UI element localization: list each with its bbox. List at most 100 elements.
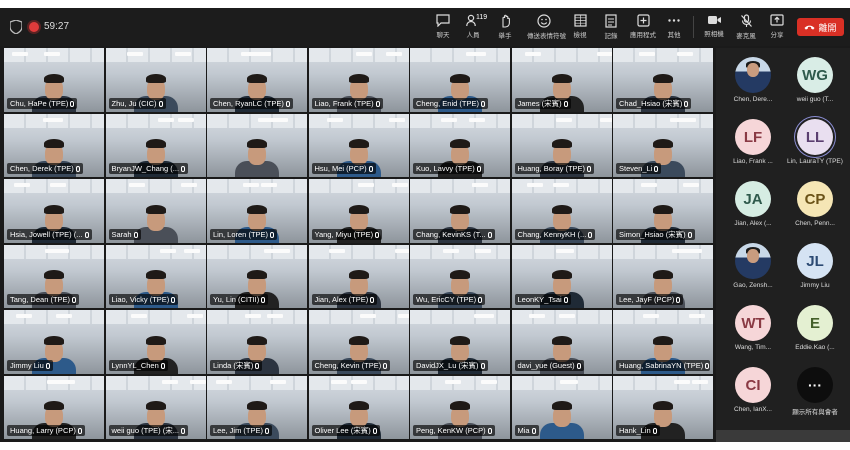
grid-view-icon — [573, 14, 587, 27]
participant-video-tile[interactable]: LeonKY_Tsai — [511, 244, 612, 308]
office-ceiling — [410, 310, 510, 324]
participant-video-tile[interactable]: Wu, EricCY (TPE) — [410, 244, 510, 308]
avatar-initials: E — [797, 305, 833, 341]
participant-video-tile[interactable]: Hank_Lin — [613, 375, 713, 439]
participant-avatar-tile[interactable]: LL Lin, LauraTY (TPE) — [784, 114, 846, 176]
ceiling-light — [355, 52, 372, 56]
participant-video-tile[interactable]: Steven_Li — [613, 113, 713, 177]
ceiling-light — [394, 248, 409, 253]
participant-avatar-tile[interactable]: JL Jimmy Liu — [784, 238, 846, 300]
participant-video-tile[interactable]: Liao, Frank (TPE) — [308, 48, 409, 112]
share-button[interactable]: 分享 — [762, 14, 792, 39]
avatar-name: Jimmy Liu — [800, 282, 830, 289]
ceiling-light — [469, 117, 485, 122]
participant-video-tile[interactable]: Huang, SabrinaYN (TPE) — [613, 310, 713, 374]
leave-button[interactable]: 離開 — [797, 18, 844, 36]
participant-video-tile[interactable]: Linda (宋賓) — [207, 310, 307, 374]
avatar-initials: CP — [797, 181, 833, 217]
participant-video-tile[interactable]: Chen, RyanLC (TPE) — [207, 48, 307, 112]
ceiling-light — [128, 183, 145, 187]
participant-avatar-tile[interactable]: WT Wang, Tim... — [722, 300, 784, 362]
participant-video-tile[interactable]: Cheng, Enid (TPE) — [410, 48, 510, 112]
raise-hand-button[interactable]: 舉手 — [490, 14, 520, 40]
participant-name-label: Lin, Loren (TPE) — [210, 228, 278, 240]
participant-video-tile[interactable]: Peng, KenKW (PCP) — [410, 375, 510, 439]
participant-video-tile[interactable]: Lee, Jim (TPE) — [207, 375, 307, 439]
avatar-name: Chen, Dere... — [733, 96, 773, 103]
participant-video-tile[interactable]: Sarah — [105, 179, 206, 243]
ceiling-light — [53, 248, 69, 253]
reactions-button[interactable]: 傳送表情符號 — [527, 14, 566, 40]
leave-label: 離開 — [818, 22, 837, 33]
participant-avatar-tile[interactable]: WG weii guo (T... — [784, 52, 846, 114]
participant-video-tile[interactable]: DavidJX_Lu (宋賓) — [410, 310, 510, 374]
participant-video-tile[interactable]: Yang, Miyu (TPE) — [308, 179, 409, 243]
notes-button[interactable]: 記錄 — [596, 14, 626, 40]
participant-avatar-tile[interactable]: LF Liao, Frank ... — [722, 114, 784, 176]
participant-video-tile[interactable]: Jian, Alex (TPE) — [308, 244, 409, 308]
participant-video-tile[interactable]: Chu, HaPe (TPE) — [4, 48, 104, 112]
participant-video-tile[interactable]: Huang, Boray (TPE) — [511, 113, 612, 177]
participant-video-tile[interactable]: Cheng, Kevin (TPE) — [308, 310, 409, 374]
participant-name-label: DavidJX_Lu (宋賓) — [413, 359, 488, 371]
participant-name-label: Lee, JayF (PCP) — [616, 294, 684, 305]
participant-video-tile[interactable]: Huang, Larry (PCP) — [4, 375, 104, 439]
participant-name: Chen, RyanLC (TPE) — [213, 98, 284, 108]
participant-video-tile[interactable]: Liao, Vicky (TPE) — [105, 244, 206, 308]
participant-video-tile[interactable]: Yu, Lin (CITII) — [207, 244, 307, 308]
more-options-button[interactable]: 其他 — [659, 14, 689, 39]
participant-avatar-tile[interactable]: CI Chen, IanX... — [722, 362, 784, 424]
ceiling-light — [478, 314, 494, 318]
participant-video-tile[interactable]: weii guo (TPE) (宋... — [105, 375, 206, 439]
participant-video-tile[interactable]: davi_yue (Guest) — [511, 310, 612, 374]
ceiling-light — [441, 117, 457, 122]
participant-avatar-tile[interactable]: JA Jian, Alex (... — [722, 176, 784, 238]
participant-avatar-tile[interactable]: E Eddie.Kao (... — [784, 300, 846, 362]
participant-name-label: Hsia, Jowell (TPE) (... — [7, 228, 92, 240]
people-button[interactable]: 119 人員 — [458, 14, 488, 39]
view-button[interactable]: 檢視 — [565, 14, 595, 39]
participant-video-tile[interactable]: Chang, KevinKS (T... — [410, 179, 510, 243]
participant-video-tile[interactable]: Jimmy Liu — [4, 310, 104, 374]
participant-name: James (宋賓) — [517, 98, 562, 108]
teams-meeting-window: 59:27 聊天 119 人員 舉手 傳送表情符號 檢視 記錄 應用程式 其他 … — [0, 8, 850, 442]
participant-video-tile[interactable]: BryanJW_Chang (... — [105, 113, 206, 177]
participant-name-label: Hsu, Mei (PCP) — [311, 163, 376, 174]
camera-button[interactable]: 照相機 — [699, 14, 729, 38]
apps-button[interactable]: 應用程式 — [627, 14, 659, 39]
participant-name: Hsia, Jowell (TPE) (... — [10, 229, 83, 239]
participant-name: Lee, Jim (TPE) — [213, 426, 264, 435]
participant-video-tile[interactable]: Oliver Lee (宋賓) — [308, 375, 409, 439]
ceiling-light — [126, 52, 143, 56]
participant-hair — [551, 139, 572, 148]
participant-video-tile[interactable]: Chen, Derek (TPE) — [4, 113, 104, 177]
participant-name: davi_yue (Guest) — [517, 360, 575, 370]
participant-video-tile[interactable]: Mia — [511, 375, 612, 439]
participant-video-tile[interactable]: Lee, JayF (PCP) — [613, 244, 713, 308]
participant-video-tile[interactable]: Simon_Hsiao (宋賓) — [613, 179, 713, 243]
camera-label: 照相機 — [704, 31, 724, 38]
participant-avatar-tile[interactable]: CP Chen, Penn... — [784, 176, 846, 238]
participant-video-tile[interactable]: Chad_Hsiao (宋賓) — [613, 48, 713, 112]
participant-avatar-tile[interactable]: Gao, Zensh... — [722, 238, 784, 300]
participant-video-tile[interactable]: Tang, Dean (TPE) — [4, 244, 104, 308]
share-label: 分享 — [770, 32, 784, 39]
mic-icon — [576, 362, 581, 369]
participant-video-tile[interactable]: James (宋賓) — [511, 48, 612, 112]
participant-video-tile[interactable]: Zhu, Ju (CIC) — [105, 48, 206, 112]
participant-video-tile[interactable]: Hsu, Mei (PCP) — [308, 113, 409, 177]
participant-name-label: Linda (宋賓) — [210, 359, 263, 371]
participant-video-tile[interactable] — [207, 113, 307, 177]
microphone-button[interactable]: 麥克風 — [731, 14, 761, 40]
office-ceiling — [410, 48, 510, 62]
chat-button[interactable]: 聊天 — [428, 14, 458, 39]
participant-avatar-tile[interactable]: Chen, Dere... — [722, 52, 784, 114]
participant-video-tile[interactable]: Lin, Loren (TPE) — [207, 179, 307, 243]
participant-video-tile[interactable]: Chang, KennyKH (... — [511, 179, 612, 243]
participant-video-tile[interactable]: LynnYL_Chen — [105, 310, 206, 374]
participant-name: Liao, Frank (TPE) — [314, 98, 374, 108]
avatar-name: Liao, Frank ... — [733, 158, 773, 165]
participant-video-tile[interactable]: Hsia, Jowell (TPE) (... — [4, 179, 104, 243]
participant-video-tile[interactable]: Kuo, Lavvy (TPE) — [410, 113, 510, 177]
show-all-participants-button[interactable]: ··· 顯示所有與會者 — [784, 362, 846, 424]
